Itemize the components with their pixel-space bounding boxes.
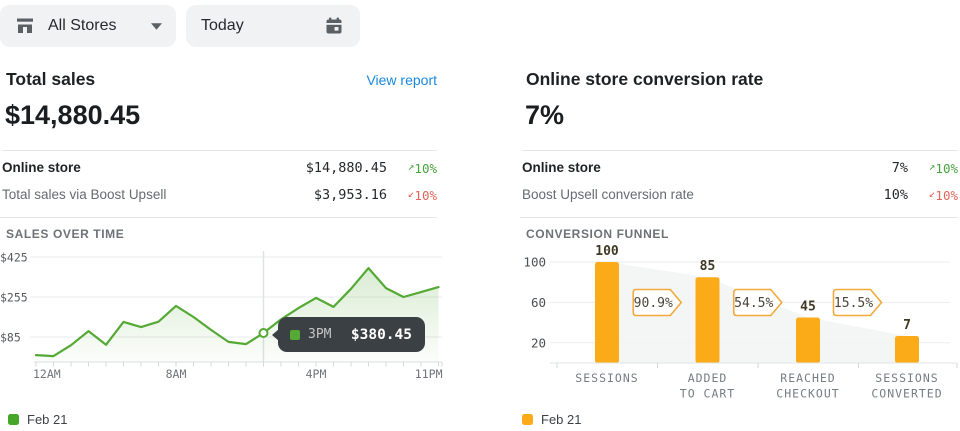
delta-badge: ↙10% [387, 187, 437, 203]
store-selector-button[interactable]: All Stores [0, 5, 176, 47]
total-sales-title: Total sales [6, 69, 95, 90]
total-sales-metric-rows: Online store $14,880.45 ↗10% Total sales… [2, 150, 437, 208]
sales-over-time-heading: SALES OVER TIME [6, 227, 124, 241]
metric-row-boost-upsell-conversion: Boost Upsell conversion rate 10% ↙10% [522, 181, 958, 208]
svg-text:SESSIONS: SESSIONS [575, 371, 638, 385]
svg-text:60: 60 [531, 295, 546, 310]
chevron-down-icon [151, 23, 162, 30]
svg-text:4PM: 4PM [306, 367, 327, 381]
svg-text:54.5%: 54.5% [734, 296, 773, 311]
svg-text:11PM: 11PM [415, 367, 443, 381]
sales-chart-area: $85 $255 $425 12AM 8AM 4PM 11PM 3PM $380.45 [0, 245, 462, 390]
sales-over-time-section: SALES OVER TIME [0, 217, 437, 243]
conversion-funnel-section: CONVERSION FUNNEL [520, 217, 958, 243]
sales-legend-swatch [8, 414, 19, 425]
svg-text:45: 45 [800, 300, 816, 315]
funnel-chart-area: 100 60 20 100 85 45 7 90.9% 54.5% 15.5% SESSIONS AD… [520, 245, 960, 415]
svg-text:$85: $85 [0, 331, 21, 345]
sales-legend: Feb 21 [8, 412, 67, 427]
svg-text:SESSIONS: SESSIONS [875, 371, 938, 385]
svg-text:8AM: 8AM [166, 367, 187, 381]
store-selector-label: All Stores [48, 17, 139, 35]
delta-badge: ↗10% [908, 160, 958, 176]
tooltip-series-swatch [290, 330, 300, 340]
conversion-metric-rows: Online store 7% ↗10% Boost Upsell conver… [522, 150, 958, 208]
total-sales-value: $14,880.45 [5, 100, 140, 131]
view-report-link[interactable]: View report [366, 72, 437, 88]
svg-text:100: 100 [595, 245, 619, 259]
svg-text:90.9%: 90.9% [634, 296, 673, 311]
funnel-legend: Feb 21 [522, 412, 581, 427]
funnel-legend-label: Feb 21 [541, 412, 581, 427]
conversion-funnel-heading: CONVERSION FUNNEL [526, 227, 669, 241]
conversion-rate-value: 7% [525, 100, 564, 131]
sales-legend-label: Feb 21 [27, 412, 67, 427]
svg-text:ADDED: ADDED [688, 371, 728, 385]
svg-text:$425: $425 [0, 251, 28, 265]
calendar-icon [323, 15, 345, 37]
svg-text:12AM: 12AM [33, 367, 61, 381]
tooltip-pointer [272, 329, 279, 341]
delta-badge: ↗10% [387, 160, 437, 176]
svg-text:20: 20 [531, 335, 546, 350]
svg-text:15.5%: 15.5% [834, 296, 873, 311]
metric-row-online-store-conversion: Online store 7% ↗10% [522, 154, 958, 181]
total-sales-panel: Total sales View report $14,880.45 Onlin… [0, 60, 437, 431]
svg-text:CHECKOUT: CHECKOUT [776, 387, 839, 401]
date-range-button[interactable]: Today [186, 5, 360, 47]
svg-text:$255: $255 [0, 291, 28, 305]
metric-row-boost-upsell-sales: Total sales via Boost Upsell $3,953.16 ↙… [2, 181, 437, 208]
svg-text:100: 100 [523, 255, 546, 270]
conversion-rate-title: Online store conversion rate [526, 69, 763, 90]
svg-text:7: 7 [903, 318, 911, 333]
sales-line-chart[interactable]: $85 $255 $425 12AM 8AM 4PM 11PM [0, 245, 462, 385]
date-range-label: Today [201, 17, 323, 35]
svg-text:REACHED: REACHED [780, 371, 835, 385]
svg-text:CONVERTED: CONVERTED [871, 387, 942, 401]
delta-badge: ↙10% [908, 187, 958, 203]
storefront-icon [14, 15, 36, 37]
tooltip-time: 3PM [308, 327, 331, 342]
chart-tooltip: 3PM $380.45 [278, 317, 425, 352]
tooltip-value: $380.45 [351, 327, 412, 343]
conversion-funnel-chart[interactable]: 100 60 20 100 85 45 7 90.9% 54.5% 15.5% SESSIONS AD… [520, 245, 960, 410]
funnel-legend-swatch [522, 414, 533, 425]
metric-row-online-store-sales: Online store $14,880.45 ↗10% [2, 154, 437, 181]
svg-text:85: 85 [700, 259, 716, 274]
svg-text:TO CART: TO CART [680, 387, 735, 401]
conversion-rate-panel: Online store conversion rate 7% Online s… [520, 60, 958, 431]
